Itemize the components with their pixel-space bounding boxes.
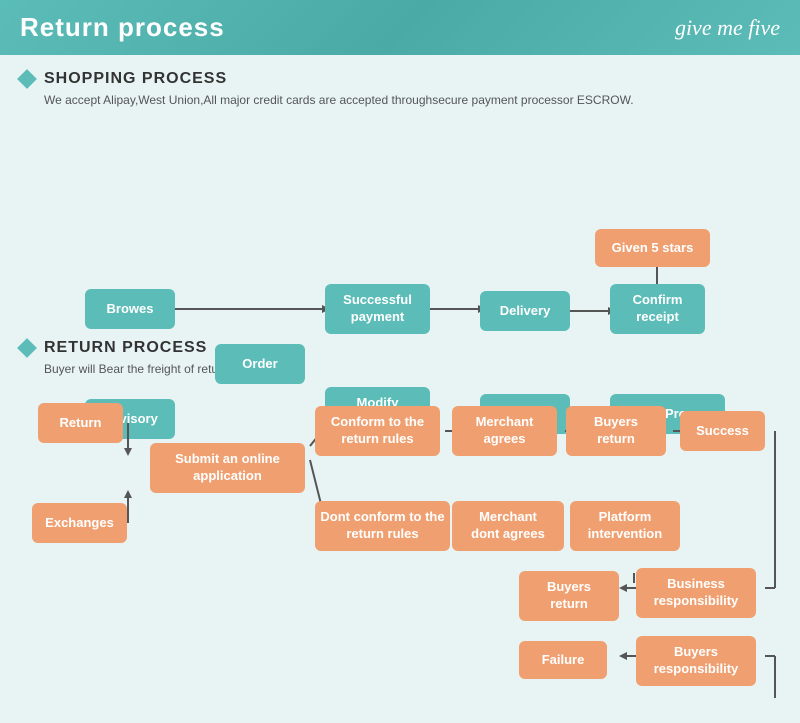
order-box: Order xyxy=(215,344,305,384)
conform-rules-box: Conform to thereturn rules xyxy=(315,406,440,456)
shopping-flow-diagram: Browes Order Advisory ModifyShipping Suc… xyxy=(20,119,780,329)
browes-box: Browes xyxy=(85,289,175,329)
business-responsibility-box: Businessresponsibility xyxy=(636,568,756,618)
buyers-return-top-box: Buyersreturn xyxy=(566,406,666,456)
exchanges-button-box: Exchanges xyxy=(32,503,127,543)
header: Return process give me five xyxy=(0,0,800,55)
diamond-icon-return xyxy=(17,338,37,358)
buyers-return-mid-box: Buyersreturn xyxy=(519,571,619,621)
submit-online-box: Submit an onlineapplication xyxy=(150,443,305,493)
shopping-title: SHOPPING PROCESS xyxy=(44,70,227,88)
merchant-dont-agrees-box: Merchantdont agrees xyxy=(452,501,564,551)
success-box: Success xyxy=(680,411,765,451)
platform-intervention-box: Platformintervention xyxy=(570,501,680,551)
confirm-receipt-box: Confirmreceipt xyxy=(610,284,705,334)
return-title: RETURN PROCESS xyxy=(44,339,207,357)
given-5-stars-box: Given 5 stars xyxy=(595,229,710,267)
buyers-responsibility-box: Buyersresponsibility xyxy=(636,636,756,686)
shopping-description: We accept Alipay,West Union,All major cr… xyxy=(44,93,780,107)
return-description: Buyer will Bear the freight of return or… xyxy=(44,362,780,376)
shopping-section-header: SHOPPING PROCESS xyxy=(20,70,780,88)
return-section-header: RETURN PROCESS xyxy=(20,339,780,357)
merchant-agrees-box: Merchantagrees xyxy=(452,406,557,456)
return-button-box: Return xyxy=(38,403,123,443)
delivery-box: Delivery xyxy=(480,291,570,331)
diamond-icon-shopping xyxy=(17,69,37,89)
logo-text: give me five xyxy=(675,15,780,41)
failure-box: Failure xyxy=(519,641,607,679)
dont-conform-rules-box: Dont conform to thereturn rules xyxy=(315,501,450,551)
main-content: SHOPPING PROCESS We accept Alipay,West U… xyxy=(0,55,800,723)
successful-payment-box: Successfulpayment xyxy=(325,284,430,334)
return-flow-diagram: Return Exchanges Submit an onlineapplica… xyxy=(20,388,780,708)
page-title: Return process xyxy=(20,12,225,43)
